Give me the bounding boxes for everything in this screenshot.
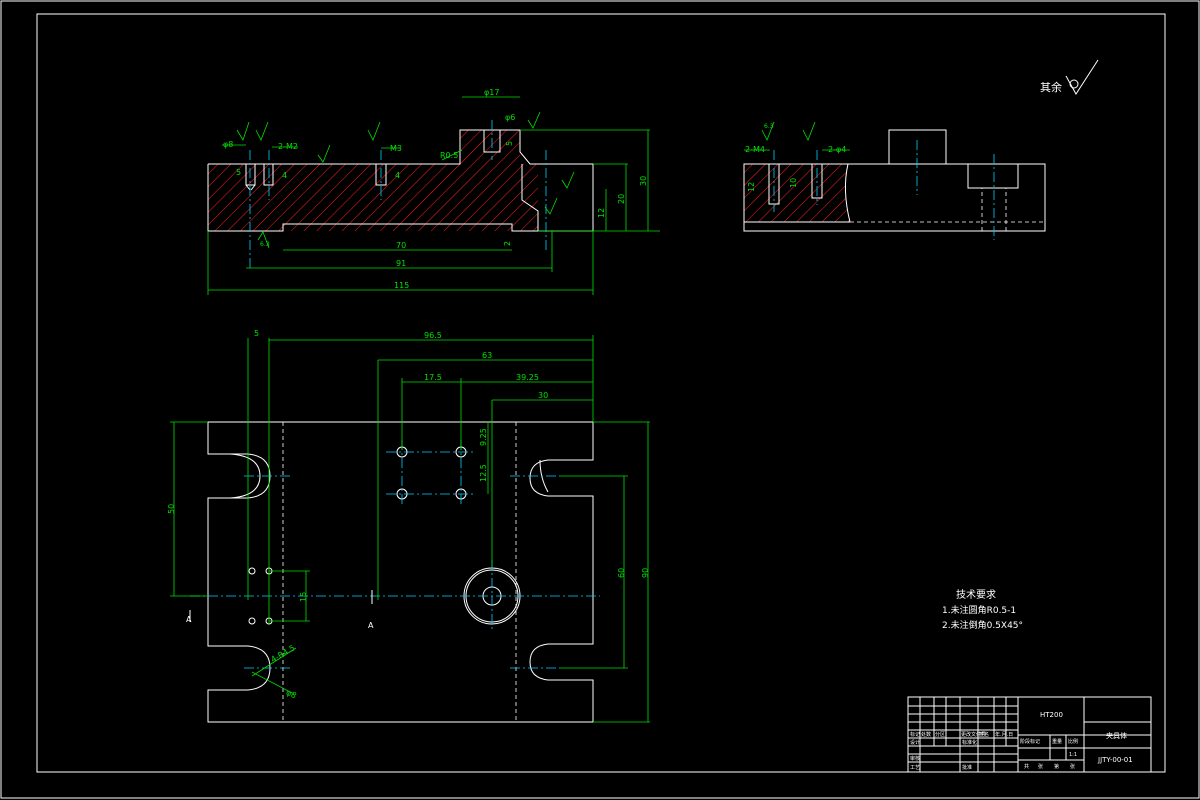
dim-2-d4: 2-φ4 (828, 145, 846, 154)
section-mark-a-mid: A (368, 621, 374, 630)
dim-50: 50 (167, 504, 176, 514)
tb-weight-label: 重量 (1052, 738, 1062, 745)
tb-row-label-2: 设计 (910, 739, 920, 746)
tb-row-label-3: 审核 (910, 755, 920, 762)
tb-header-1: 处数 (921, 731, 931, 738)
dim-2-m4: 2-M4 (745, 145, 765, 154)
dim-39-25: 39.25 (516, 373, 539, 382)
dim-63: 63 (482, 351, 492, 360)
side-hatch-area (744, 164, 850, 222)
tb-stage-label: 阶段标记 (1020, 738, 1040, 745)
dim-9-25: 9.25 (479, 428, 488, 446)
top-view: 5 96.5 63 17.5 39.25 30 9.25 12.5 90 60 … (167, 329, 650, 723)
dim-r05: R0.5 (440, 151, 458, 160)
dim-70: 70 (396, 241, 406, 250)
roughness-value-side: 6.3 (764, 123, 774, 130)
tb-scale-label: 比例 (1068, 738, 1078, 745)
dim-12: 12 (597, 208, 606, 218)
outer-border (0, 0, 1200, 799)
dim-m3: M3 (390, 144, 402, 153)
dim-5-small: 5 (505, 141, 514, 146)
dim-top-30: 30 (538, 391, 548, 400)
dim-17-5: 17.5 (424, 373, 442, 382)
surface-roughness-note: 其余 (1040, 59, 1099, 95)
dim-91: 91 (396, 259, 406, 268)
dim-2-m2: 2-M2 (278, 142, 298, 151)
dim-30: 30 (639, 176, 648, 186)
tb-sheet-1: 共 (1024, 763, 1029, 770)
tb-header-5: 年.月.日 (995, 731, 1013, 738)
dim-d17: φ17 (484, 88, 499, 97)
dim-d8: φ8 (223, 140, 233, 149)
roughness-symbol-icon (1065, 59, 1099, 95)
tb-row-label-1: 标记 (910, 731, 920, 738)
dim-2: 2 (503, 241, 512, 246)
roughness-value-front: 6.3 (260, 241, 270, 248)
dim-4a: 4 (282, 171, 287, 180)
dim-96-5: 96.5 (424, 331, 442, 340)
section-mark-a-left: A (186, 615, 192, 624)
dim-60: 60 (617, 568, 626, 578)
tech-requirements: 技术要求 1.未注圆角R0.5-1 2.未注倒角0.5X45° (942, 588, 1023, 631)
tb-scale-value: 1:1 (1069, 752, 1077, 758)
dim-5: 5 (236, 168, 241, 177)
tb-sheet-3: 第 (1054, 763, 1059, 770)
tb-row-label-4: 工艺 (910, 765, 920, 771)
dim-d8-top: φ8 (285, 688, 298, 701)
tb-material: HT200 (1040, 711, 1063, 719)
tb-std-label: 标准化 (962, 739, 977, 746)
dim-90: 90 (641, 568, 650, 578)
tb-approve-label: 批准 (962, 764, 972, 771)
tb-sheet-2: 张 (1038, 763, 1043, 770)
dim-115: 115 (394, 281, 409, 290)
dim-12-5: 12.5 (479, 464, 488, 482)
title-block: 标记 处数 分区 更改文件号 签名 年.月.日 设计 标准化 审核 工艺 批准 … (907, 696, 1152, 773)
tech-item-2: 2.未注倒角0.5X45° (942, 619, 1023, 631)
roughness-note-label: 其余 (1040, 80, 1062, 94)
dim-d6: φ6 (505, 113, 515, 122)
tech-title: 技术要求 (956, 588, 996, 601)
dim-15: 15 (299, 592, 308, 602)
tb-part-name: 夹具体 (1106, 731, 1127, 740)
dim-side-12: 12 (747, 182, 756, 192)
inner-border (36, 13, 1166, 773)
front-section-view: 115 91 70 φ17 φ6 30 20 12 2 5 5 4 4 φ8 2… (207, 88, 660, 295)
dim-20: 20 (617, 194, 626, 204)
tb-header-4: 签名 (979, 731, 989, 738)
tech-item-1: 1.未注圆角R0.5-1 (942, 604, 1016, 616)
side-view: 2-M4 2-φ4 12 10 6.3 (743, 121, 1046, 240)
tb-sheet-4: 张 (1070, 763, 1075, 770)
tb-header-2: 分区 (935, 731, 945, 738)
tb-drawing-no: JJTY-00-01 (1097, 756, 1133, 764)
front-hatch-area (208, 130, 538, 231)
dim-side-10: 10 (789, 178, 798, 188)
dim-4b: 4 (395, 171, 400, 180)
cad-drawing: 其余 115 91 70 φ17 φ6 30 20 12 2 5 5 4 4 φ… (0, 0, 1200, 799)
dim-top-5: 5 (254, 329, 259, 338)
